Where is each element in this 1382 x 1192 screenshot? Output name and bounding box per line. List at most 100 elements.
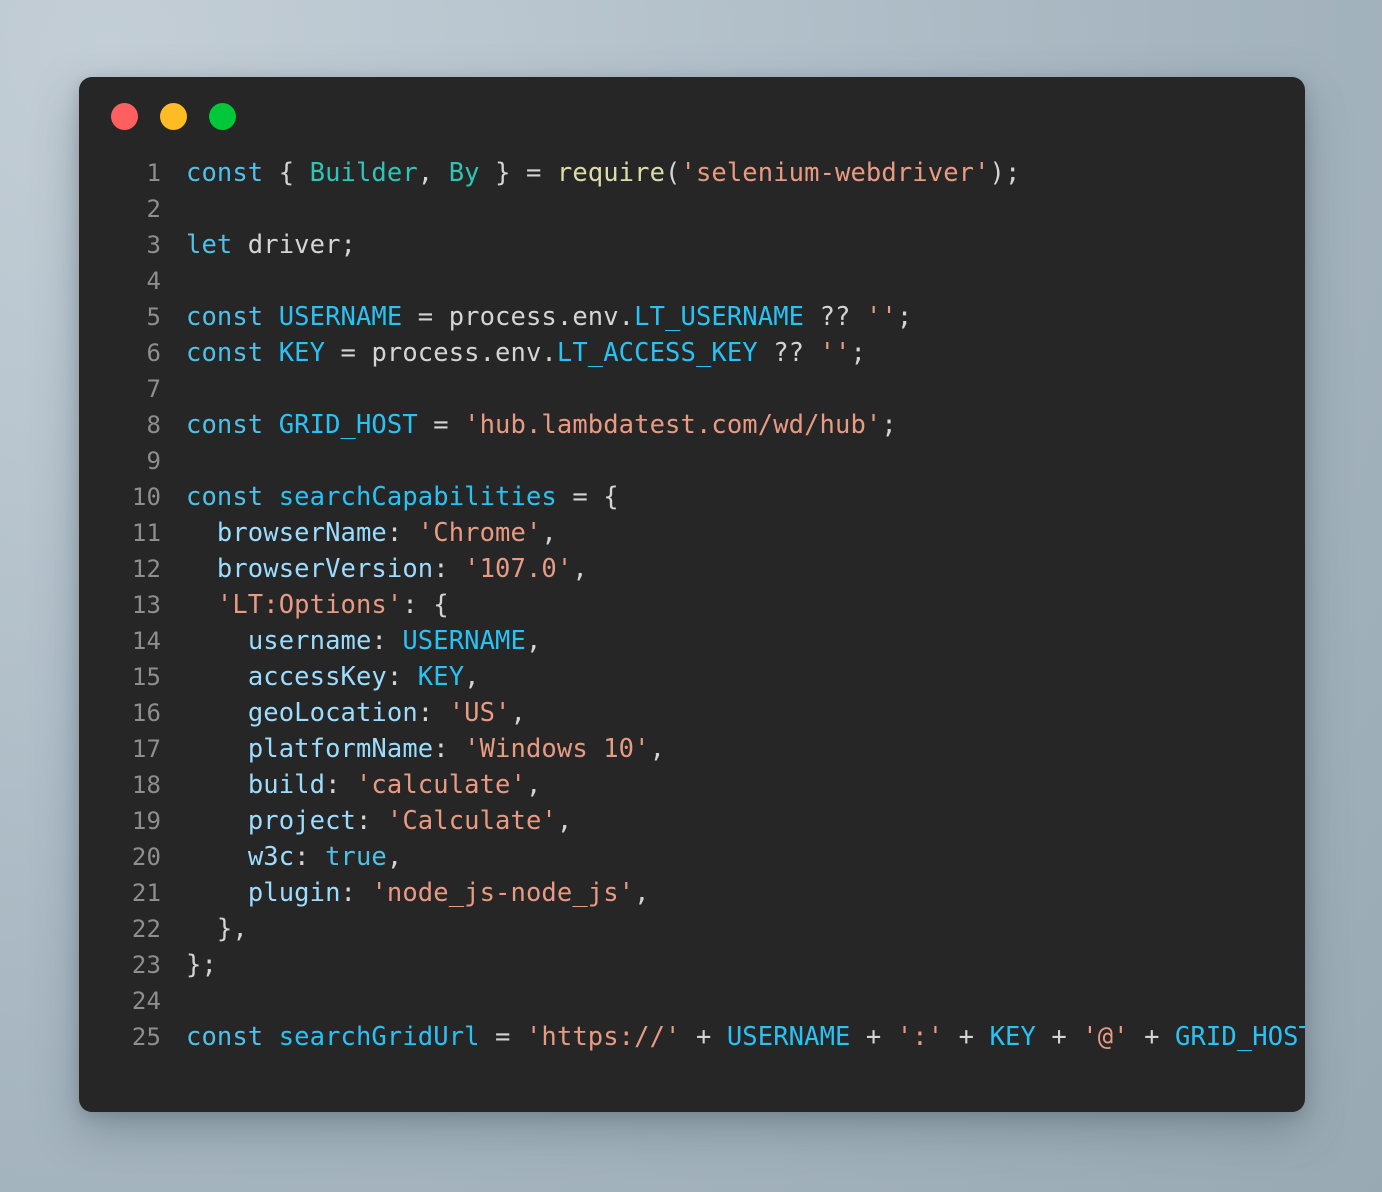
code-token: 'https://' [525,1022,681,1052]
line-number: 17 [131,735,161,763]
code-token: ; [881,410,897,440]
code-token: ; [850,338,866,368]
line-number: 21 [131,879,161,907]
code-token: ) [989,158,1005,188]
code-token: '' [819,338,851,368]
code-token: USERNAME [278,302,403,332]
code-token: const [186,482,264,512]
code-token: 'calculate' [355,770,526,800]
code-token: USERNAME [726,1022,851,1052]
line-number: 15 [131,663,161,691]
code-token: '@' [1082,1022,1129,1052]
code-token: , [525,626,542,656]
code-token: 'node_js-node_js' [371,878,635,908]
code-token: '107.0' [464,554,573,584]
code-token: + [943,1022,990,1052]
code-token: 'Chrome' [417,518,542,548]
close-icon[interactable] [111,102,138,130]
minimize-icon[interactable] [160,102,187,130]
code-line: 24 [79,983,1305,1019]
code-token: : [371,626,403,656]
code-token: LT_USERNAME [634,302,805,332]
code-line-text: browserName: 'Chrome', [161,515,1305,551]
code-token: Builder [309,158,418,188]
code-token: require [556,158,666,188]
code-line-text: }, [161,911,1305,947]
code-token: '' [865,302,897,332]
code-token: searchGridUrl [278,1022,480,1052]
code-token: = [325,338,372,368]
code-line: 25 const searchGridUrl = 'https://' + USE… [79,1019,1305,1055]
code-token: + [1035,1022,1083,1052]
code-line: 4 [79,263,1305,299]
code-line-text: username: USERNAME, [161,623,1305,659]
line-number: 23 [131,951,161,979]
code-token: const [186,1022,264,1052]
code-token: , [525,770,542,800]
code-token: = [510,158,557,188]
code-token: + [1128,1022,1175,1052]
code-token: : [433,734,465,764]
code-token: project [247,806,356,836]
window-controls [111,102,236,130]
code-token: GRID_HOST [1175,1022,1305,1052]
code-line: 1 const { Builder, By } = require('seleni… [79,155,1305,191]
code-snippet-window: 1 const { Builder, By } = require('seleni… [79,77,1305,1112]
line-number: 10 [131,483,161,511]
code-token: , [556,806,573,836]
code-token: 'Windows 10' [464,734,650,764]
line-number: 13 [131,591,161,619]
window-titlebar [79,77,1305,133]
code-line: 16 geoLocation: 'US', [79,695,1305,731]
code-token: 'Calculate' [386,806,557,836]
code-line: 9 [79,443,1305,479]
code-token: } [495,158,511,188]
code-token: KEY [989,1022,1036,1052]
line-number: 6 [146,339,161,367]
code-token: geoLocation [247,698,418,728]
code-line: 17 platformName: 'Windows 10', [79,731,1305,767]
line-number: 16 [131,699,161,727]
code-editor[interactable]: 1 const { Builder, By } = require('seleni… [79,133,1305,1055]
code-line: 6 const KEY = process.env.LT_ACCESS_KEY ?… [79,335,1305,371]
code-line: 23}; [79,947,1305,983]
code-token: w3c [247,842,295,872]
line-number: 20 [131,843,161,871]
code-token: ?? [757,338,820,368]
code-line-text: const searchCapabilities = { [161,479,1305,515]
code-token: driver; [232,230,356,260]
maximize-icon[interactable] [209,102,236,130]
code-token: USERNAME [402,626,526,656]
code-token: const [186,338,264,368]
code-line-text: w3c: true, [161,839,1305,875]
code-line-text: 'LT:Options': { [161,587,1305,623]
code-token: const [186,302,264,332]
code-line-text: const GRID_HOST = 'hub.lambdatest.com/wd… [161,407,1305,443]
code-token: : [433,554,465,584]
code-token: process.env. [371,338,557,368]
code-line-text: const USERNAME = process.env.LT_USERNAME… [161,299,1305,335]
code-token: ?? [804,302,866,332]
line-number: 18 [131,771,161,799]
line-number: 24 [131,987,161,1015]
code-token: : [417,698,449,728]
code-token: username [247,626,372,656]
line-number: 19 [131,807,161,835]
code-line: 13 'LT:Options': { [79,587,1305,623]
code-line: 2 [79,191,1305,227]
line-number: 3 [146,231,161,259]
code-line: 18 build: 'calculate', [79,767,1305,803]
code-line-text: const KEY = process.env.LT_ACCESS_KEY ??… [161,335,1305,371]
code-token: , [572,554,588,584]
code-line: 3 let driver; [79,227,1305,263]
code-token: 'US' [448,698,511,728]
line-number: 9 [146,447,161,475]
